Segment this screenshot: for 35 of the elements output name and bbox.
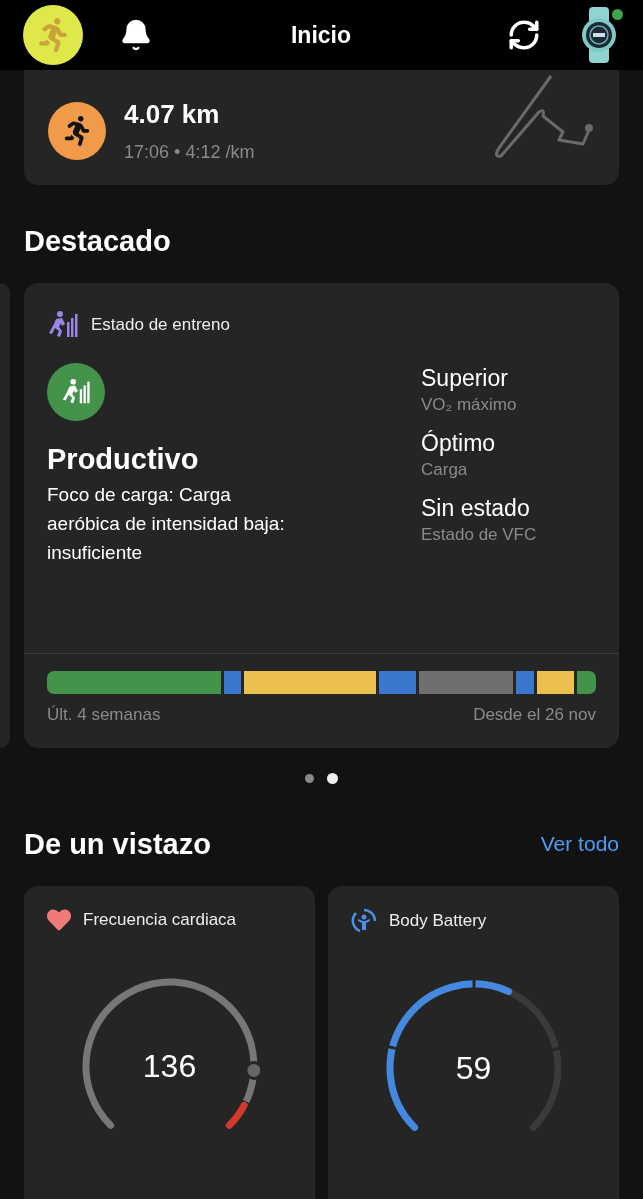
profile-avatar[interactable] (23, 5, 83, 65)
metric-label: Estado de VFC (421, 525, 538, 545)
runner-icon (36, 18, 70, 52)
activity-distance: 4.07 km (124, 99, 221, 130)
metric-value: Superior (421, 365, 509, 392)
range-end-label: Desde el 26 nov (473, 705, 596, 725)
heart-icon (47, 908, 71, 932)
activity-details: 17:06 • 4:12 /km (124, 142, 255, 163)
activity-card[interactable]: 4.07 km 17:06 • 4:12 /km (24, 70, 619, 185)
running-icon (48, 102, 106, 160)
sync-button[interactable] (507, 18, 541, 52)
section-title: De un vistazo (24, 827, 211, 861)
section-title: Destacado (24, 224, 171, 258)
body-battery-value: 59 (455, 1049, 492, 1087)
metric-label: Carga (421, 460, 469, 480)
page-dot[interactable] (305, 774, 314, 783)
card-title: Estado de entreno (91, 315, 230, 335)
see-all-link[interactable]: Ver todo (540, 832, 619, 856)
training-status: Productivo (47, 443, 200, 476)
training-status-card[interactable]: Estado de entreno Productivo Foco de carga: Carga aeróbica de intensidad baja: insuficiente Superior VO₂ máximo Óptimo Carga Sin estado Estado de VFC Últ. 4 semanas Desde el 26 nov (24, 283, 619, 748)
status-description: Foco de carga: Carga aeróbica de intensidad baja: insuficiente (47, 483, 286, 565)
metric-value: Óptimo (421, 430, 497, 457)
card-title: Body Battery (389, 911, 487, 931)
notifications-button[interactable] (119, 18, 153, 52)
range-start-label: Últ. 4 semanas (47, 705, 161, 725)
watch-icon[interactable] (579, 5, 619, 65)
card-title: Frecuencia cardiaca (83, 910, 237, 930)
heart-rate-card[interactable]: Frecuencia cardiaca 136 (24, 886, 315, 1199)
metric-label: VO₂ máximo (421, 395, 518, 415)
heart-rate-value: 136 (142, 1047, 197, 1085)
page-dot[interactable] (327, 773, 338, 784)
body-battery-icon (351, 908, 377, 934)
metric-value: Sin estado (421, 495, 531, 522)
body-battery-card[interactable]: Body Battery 59 (328, 886, 619, 1199)
screen-title: Inicio (289, 21, 353, 49)
